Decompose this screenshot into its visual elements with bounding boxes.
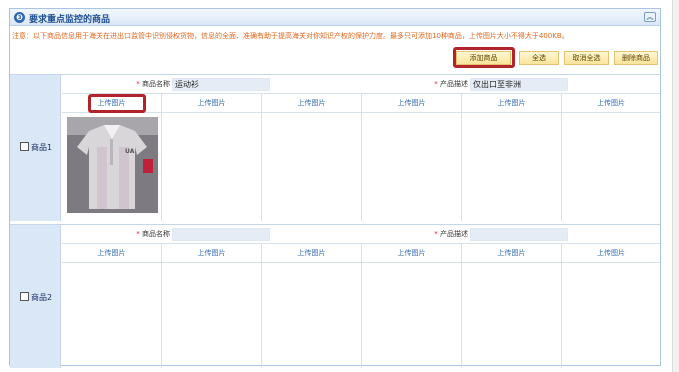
product-fields: * 商品名称 运动衫 * 产品描述 仅出口至非洲 [62,75,660,94]
upload-image-link[interactable]: 上传图片 [362,94,462,113]
page-scrollbar[interactable] [672,0,679,372]
image-slot [162,263,262,368]
upload-image-link[interactable]: 上传图片 [262,94,362,113]
notice-text: 注意：以下商品信息用于海关在进出口监管中识别侵权货物，信息的全面、准确有助于提高… [12,32,569,40]
brand-mark: UA [125,148,135,155]
image-slot [562,263,660,368]
upload-image-link[interactable]: 上传图片 [462,244,562,263]
desc-input[interactable]: 仅出口至非洲 [470,78,568,91]
panel-header: ❸ 要求重点监控的商品 ︽ [10,9,660,26]
polo-shirt-image [67,117,158,213]
deselect-all-button[interactable]: 取消全选 [564,51,609,65]
product-fields: * 商品名称 * 产品描述 [62,225,660,244]
select-all-button[interactable]: 全选 [519,51,559,65]
product-row-2: 商品2 * 商品名称 * 产品描述 上传图片 上传图片 上传图片 上传图片 上传… [10,224,660,368]
image-slot [562,113,660,221]
product-checkbox[interactable] [20,142,29,151]
desc-field-label: * 产品描述 [434,80,468,88]
upload-image-link[interactable]: 上传图片 [162,94,262,113]
image-slot [362,113,462,221]
product-label: 商品1 [31,143,53,152]
desc-field-label: * 产品描述 [434,230,468,238]
name-input[interactable] [172,228,270,241]
image-slot: UA [62,113,162,221]
product-side-cell: 商品1 [10,75,61,221]
panel-title: 要求重点监控的商品 [29,15,111,25]
upload-image-link[interactable]: 上传图片 [562,244,660,263]
upload-image-link[interactable]: 上传图片 [62,244,162,263]
upload-row: 上传图片 上传图片 上传图片 上传图片 上传图片 上传图片 [62,94,660,113]
name-field-label: * 商品名称 [136,80,170,88]
step-number-icon: ❸ [14,12,25,23]
image-slot [162,113,262,221]
product-photo: UA [67,117,158,213]
upload-image-link[interactable]: 上传图片 [162,244,262,263]
image-slot [462,263,562,368]
image-slot [62,263,162,368]
image-slot [262,113,362,221]
image-slots [62,263,660,368]
add-product-button[interactable]: 添加商品 [456,51,511,65]
delete-product-button[interactable]: 删除商品 [614,51,658,65]
upload-image-link[interactable]: 上传图片 [562,94,660,113]
upload-image-link[interactable]: 上传图片 [362,244,462,263]
product-checkbox[interactable] [20,292,29,301]
image-slot [362,263,462,368]
upload-image-link[interactable]: 上传图片 [62,94,162,113]
upload-image-link[interactable]: 上传图片 [262,244,362,263]
name-input[interactable]: 运动衫 [172,78,270,91]
upload-row: 上传图片 上传图片 上传图片 上传图片 上传图片 上传图片 [62,244,660,263]
product-side-cell: 商品2 [10,225,61,368]
product-label: 商品2 [31,293,53,302]
monitored-products-panel: ❸ 要求重点监控的商品 ︽ 注意：以下商品信息用于海关在进出口监管中识别侵权货物… [9,8,661,368]
upload-image-link[interactable]: 上传图片 [462,94,562,113]
name-field-label: * 商品名称 [136,230,170,238]
product-row-1: 商品1 * 商品名称 运动衫 * 产品描述 仅出口至非洲 上传图片 上传图片 上… [10,74,660,221]
collapse-icon[interactable]: ︽ [644,12,656,22]
image-slot [462,113,562,221]
image-slot [262,263,362,368]
desc-input[interactable] [470,228,568,241]
image-slots: UA [62,113,660,221]
